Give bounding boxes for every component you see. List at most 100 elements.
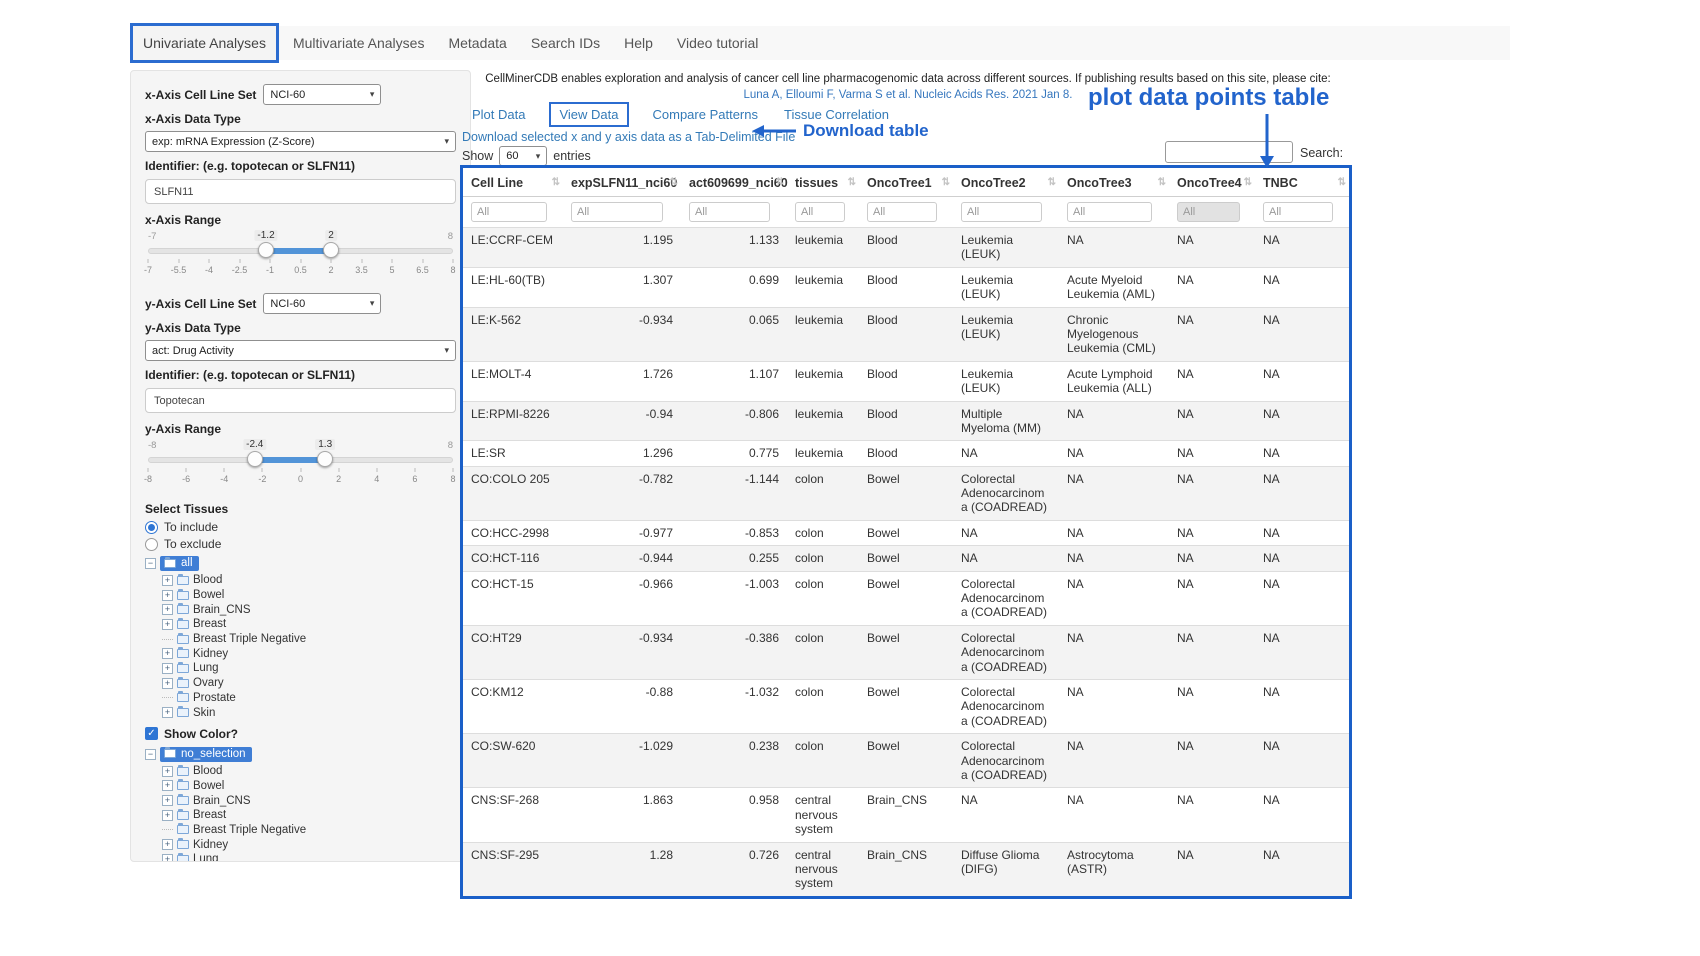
sort-icon[interactable]: ⇅ — [1158, 177, 1166, 188]
tree-item-brain-cns[interactable]: +Brain_CNS — [145, 602, 456, 617]
table-row[interactable]: CO:HCT-15-0.966-1.003colonBowelColorecta… — [463, 571, 1349, 625]
tab-plot-data[interactable]: Plot Data — [472, 107, 525, 122]
table-row[interactable]: CO:HCC-2998-0.977-0.853colonBowelNANANAN… — [463, 520, 1349, 545]
expand-icon[interactable]: + — [162, 854, 173, 862]
column-header-oncotree4[interactable]: OncoTree4⇅ — [1169, 168, 1255, 197]
column-header-oncotree2[interactable]: OncoTree2⇅ — [953, 168, 1059, 197]
expand-icon[interactable]: + — [162, 810, 173, 821]
radio-unselected-icon[interactable] — [145, 538, 158, 551]
column-header-tissues[interactable]: tissues⇅ — [787, 168, 859, 197]
x-cell-line-set-select[interactable]: NCI-60 ▾ — [263, 84, 381, 105]
table-row[interactable]: LE:K-562-0.9340.065leukemiaBloodLeukemia… — [463, 307, 1349, 361]
table-row[interactable]: CO:HT29-0.934-0.386colonBowelColorectal … — [463, 625, 1349, 679]
collapse-icon[interactable]: − — [145, 749, 156, 760]
show-color-control[interactable]: ✓ Show Color? — [145, 727, 456, 741]
column-header-oncotree3[interactable]: OncoTree3⇅ — [1059, 168, 1169, 197]
tab-view-data[interactable]: View Data — [549, 102, 628, 127]
tree-item-kidney[interactable]: +Kidney — [145, 837, 456, 852]
table-row[interactable]: CO:COLO 205-0.782-1.144colonBowelColorec… — [463, 466, 1349, 520]
expand-icon[interactable]: + — [162, 663, 173, 674]
table-row[interactable]: CNS:SF-2951.280.726central nervous syste… — [463, 842, 1349, 896]
tree-item-skin[interactable]: +Skin — [145, 705, 456, 720]
expand-icon[interactable]: + — [162, 707, 173, 718]
expand-icon[interactable]: + — [162, 619, 173, 630]
table-row[interactable]: LE:RPMI-8226-0.94-0.806leukemiaBloodMult… — [463, 401, 1349, 441]
y-range-slider[interactable]: -88-2.41.3-8-6-4-202468 — [148, 440, 453, 490]
tab-tissue-correlation[interactable]: Tissue Correlation — [784, 107, 889, 122]
nav-tab-univariate-analyses[interactable]: Univariate Analyses — [130, 23, 279, 63]
tree-item-lung[interactable]: +Lung — [145, 852, 456, 862]
tree-item-brain-cns[interactable]: +Brain_CNS — [145, 793, 456, 808]
column-filter-oncotree4[interactable] — [1177, 202, 1240, 222]
slider-handle-high[interactable] — [317, 451, 333, 467]
expand-icon[interactable]: + — [162, 795, 173, 806]
expand-icon[interactable]: + — [162, 766, 173, 777]
expand-icon[interactable]: + — [162, 575, 173, 586]
checkbox-checked-icon[interactable]: ✓ — [145, 727, 158, 740]
sort-icon[interactable]: ⇅ — [670, 177, 678, 188]
radio-to-exclude[interactable]: To exclude — [145, 537, 456, 551]
column-filter-act609699-nci60[interactable] — [689, 202, 770, 222]
expand-icon[interactable]: + — [162, 839, 173, 850]
sort-icon[interactable]: ⇅ — [1244, 177, 1252, 188]
tree-item-breast[interactable]: +Breast — [145, 617, 456, 632]
collapse-icon[interactable]: − — [145, 558, 156, 569]
column-header-act609699-nci60[interactable]: act609699_nci60⇅ — [681, 168, 787, 197]
tree-item-prostate[interactable]: Prostate — [145, 691, 456, 706]
tree-item-kidney[interactable]: +Kidney — [145, 646, 456, 661]
radio-selected-icon[interactable] — [145, 521, 158, 534]
sort-icon[interactable]: ⇅ — [1338, 177, 1346, 188]
expand-icon[interactable]: + — [162, 590, 173, 601]
table-row[interactable]: LE:MOLT-41.7261.107leukemiaBloodLeukemia… — [463, 361, 1349, 401]
slider-handle-low[interactable] — [258, 242, 274, 258]
sort-icon[interactable]: ⇅ — [942, 177, 950, 188]
tree-item-ovary[interactable]: +Ovary — [145, 676, 456, 691]
sort-icon[interactable]: ⇅ — [848, 177, 856, 188]
sort-icon[interactable]: ⇅ — [552, 177, 560, 188]
column-header-expslfn11-nci60[interactable]: expSLFN11_nci60⇅ — [563, 168, 681, 197]
y-identifier-input[interactable] — [145, 388, 456, 413]
tree-item-bowel[interactable]: +Bowel — [145, 779, 456, 794]
slider-handle-high[interactable] — [323, 242, 339, 258]
table-row[interactable]: CO:KM12-0.88-1.032colonBowelColorectal A… — [463, 679, 1349, 733]
expand-icon[interactable]: + — [162, 648, 173, 659]
column-filter-cell-line[interactable] — [471, 202, 547, 222]
table-row[interactable]: LE:SR1.2960.775leukemiaBloodNANANANA — [463, 441, 1349, 466]
y-data-type-select[interactable]: act: Drug Activity ▾ — [145, 340, 456, 361]
slider-handle-low[interactable] — [247, 451, 263, 467]
nav-tab-help[interactable]: Help — [612, 26, 665, 60]
x-identifier-input[interactable] — [145, 179, 456, 204]
table-row[interactable]: LE:HL-60(TB)1.3070.699leukemiaBloodLeuke… — [463, 267, 1349, 307]
column-header-cell-line[interactable]: Cell Line⇅ — [463, 168, 563, 197]
radio-to-include[interactable]: To include — [145, 520, 456, 534]
expand-icon[interactable]: + — [162, 780, 173, 791]
sort-icon[interactable]: ⇅ — [776, 177, 784, 188]
table-row[interactable]: LE:CCRF-CEM1.1951.133leukemiaBloodLeukem… — [463, 228, 1349, 268]
expand-icon[interactable]: + — [162, 678, 173, 689]
table-row[interactable]: CNS:SF-2681.8630.958central nervous syst… — [463, 788, 1349, 842]
column-filter-oncotree2[interactable] — [961, 202, 1042, 222]
column-filter-tnbc[interactable] — [1263, 202, 1333, 222]
column-filter-expslfn11-nci60[interactable] — [571, 202, 663, 222]
nav-tab-multivariate-analyses[interactable]: Multivariate Analyses — [281, 26, 437, 60]
tree-item-breast[interactable]: +Breast — [145, 808, 456, 823]
sort-icon[interactable]: ⇅ — [1048, 177, 1056, 188]
tree-item-breast-triple-negative[interactable]: Breast Triple Negative — [145, 632, 456, 647]
download-link[interactable]: Download selected x and y axis data as a… — [462, 130, 795, 144]
tree-root-all[interactable]: all — [160, 556, 199, 571]
tree-root-no-selection[interactable]: no_selection — [160, 747, 252, 762]
expand-icon[interactable]: + — [162, 604, 173, 615]
table-row[interactable]: CO:HCT-116-0.9440.255colonBowelNANANANA — [463, 546, 1349, 571]
column-filter-tissues[interactable] — [795, 202, 845, 222]
y-cell-line-set-select[interactable]: NCI-60 ▾ — [263, 293, 381, 314]
column-header-tnbc[interactable]: TNBC⇅ — [1255, 168, 1349, 197]
tree-item-blood[interactable]: +Blood — [145, 573, 456, 588]
tree-item-blood[interactable]: +Blood — [145, 764, 456, 779]
tree-item-lung[interactable]: +Lung — [145, 661, 456, 676]
tree-item-bowel[interactable]: +Bowel — [145, 588, 456, 603]
tree-item-breast-triple-negative[interactable]: Breast Triple Negative — [145, 823, 456, 838]
x-range-slider[interactable]: -78-1.22-7-5.5-4-2.5-10.523.556.58 — [148, 231, 453, 281]
tab-compare-patterns[interactable]: Compare Patterns — [653, 107, 759, 122]
nav-tab-search-ids[interactable]: Search IDs — [519, 26, 612, 60]
x-data-type-select[interactable]: exp: mRNA Expression (Z-Score) ▾ — [145, 131, 456, 152]
